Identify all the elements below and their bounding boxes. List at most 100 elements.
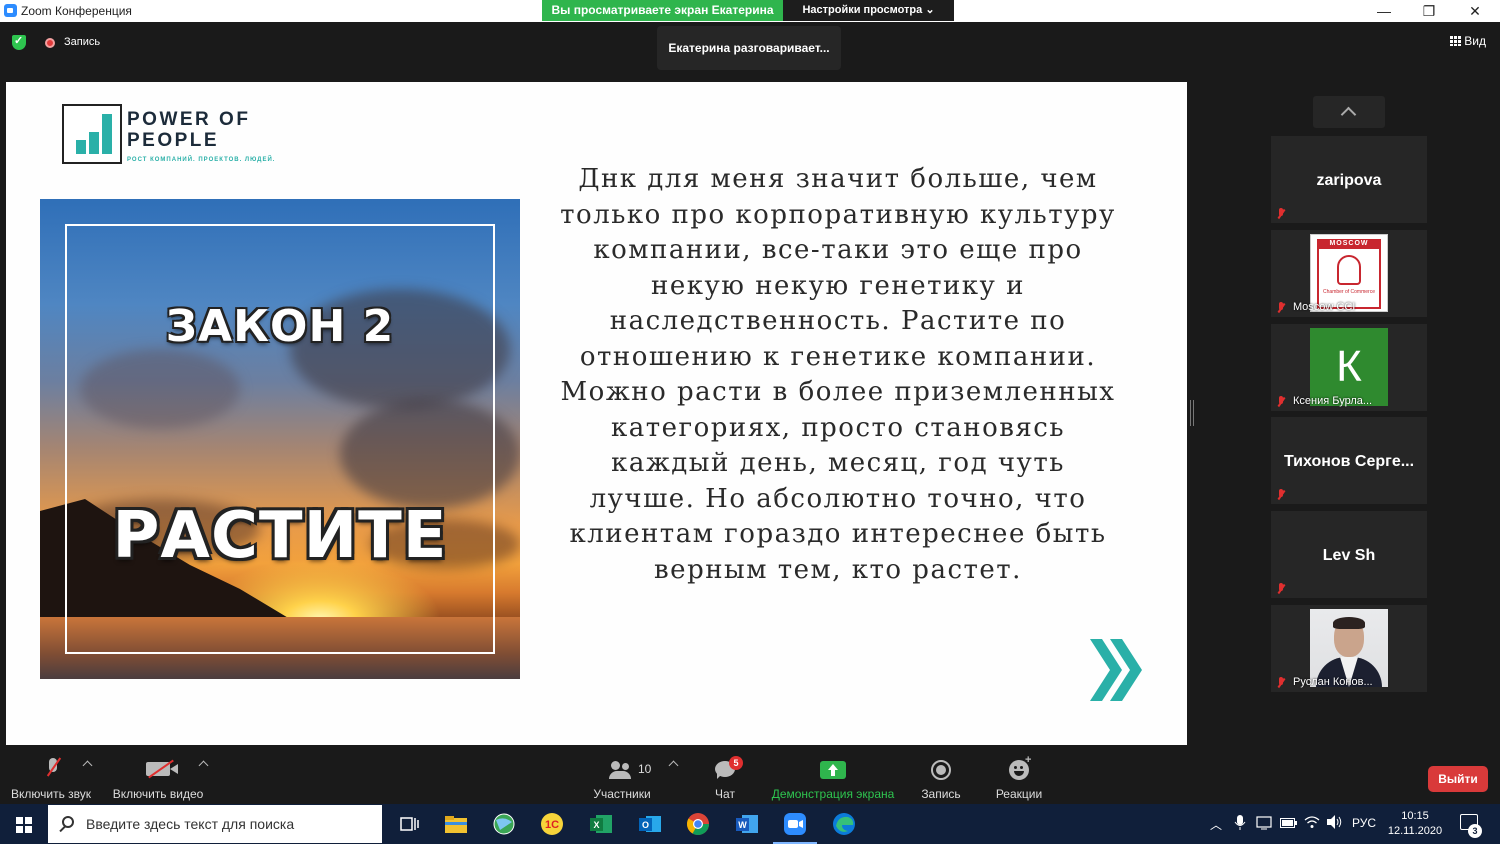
logo-chart-icon (62, 104, 122, 164)
record-label: Запись (921, 787, 961, 801)
view-button[interactable]: Вид (1450, 34, 1486, 48)
clock-date: 12.11.2020 (1387, 825, 1443, 837)
1c-app-icon[interactable]: 1C (538, 810, 566, 838)
window-title: Zoom Конференция (21, 4, 132, 18)
photo-frame (65, 224, 495, 654)
search-placeholder: Введите здесь текст для поиска (86, 816, 295, 832)
clock-time: 10:15 (1401, 810, 1429, 822)
minimize-button[interactable]: — (1361, 0, 1407, 22)
video-off-icon (146, 762, 178, 776)
windows-start-icon[interactable] (16, 817, 32, 833)
participant-tile[interactable]: zaripova (1271, 136, 1427, 223)
muted-mic-icon (1275, 396, 1287, 408)
participants-icon (609, 761, 635, 779)
participants-options-caret-icon[interactable] (668, 760, 679, 771)
taskbar-search-input[interactable]: Введите здесь текст для поиска (48, 805, 382, 843)
tray-battery-icon[interactable] (1280, 817, 1298, 832)
law-word-heading: РАСТИТЕ (112, 499, 448, 573)
meeting-topbar: Запись Екатерина разговаривает... Вид (0, 22, 1500, 80)
restore-button[interactable]: ❐ (1406, 0, 1452, 22)
file-explorer-icon[interactable] (442, 810, 470, 838)
plus-icon: + (1025, 754, 1032, 766)
participants-label: Участники (593, 787, 651, 801)
edge-icon[interactable] (830, 810, 858, 838)
tray-chevron-up-icon[interactable]: ︿ (1210, 816, 1222, 833)
tray-mic-icon[interactable] (1234, 815, 1246, 834)
recording-indicator-icon (45, 38, 55, 48)
sunset-photo: ЗАКОН 2 РАСТИТЕ (40, 199, 520, 679)
muted-mic-icon (1275, 677, 1287, 689)
word-icon[interactable]: W (733, 810, 761, 838)
participant-label: Руслан Конов... (1293, 676, 1373, 688)
participant-name: Lev Sh (1322, 547, 1376, 564)
tray-display-icon[interactable] (1256, 815, 1272, 834)
muted-mic-icon (1275, 208, 1287, 220)
participant-tile[interactable]: Тихонов Серге... (1271, 417, 1427, 504)
share-screen-button[interactable]: Демонстрация экрана (768, 748, 898, 804)
law-number-heading: ЗАКОН 2 (165, 301, 395, 352)
excel-icon[interactable]: X (587, 810, 615, 838)
unmute-button[interactable]: Включить звук (8, 748, 94, 804)
participants-button[interactable]: 10 Участники (588, 748, 656, 804)
svg-text:X: X (593, 820, 599, 830)
svg-text:W: W (738, 820, 747, 830)
tray-volume-icon[interactable] (1326, 814, 1344, 833)
screen-share-banner: Вы просматриваете экран Екатерина (542, 0, 783, 21)
zoom-taskbar-icon[interactable] (773, 810, 817, 844)
participant-tile[interactable]: Руслан Конов... (1271, 605, 1427, 692)
start-video-button[interactable]: Включить видео (110, 748, 206, 804)
leave-meeting-button[interactable]: Выйти (1428, 766, 1488, 792)
chat-label: Чат (715, 787, 735, 801)
participant-name: Тихонов Серге... (1283, 453, 1415, 470)
view-settings-button[interactable]: Настройки просмотра ⌄ (783, 0, 954, 21)
logo-title: POWER OF PEOPLE (127, 109, 251, 151)
view-label: Вид (1464, 34, 1486, 48)
participant-label: Ксения Бурла... (1293, 395, 1373, 407)
gallery-scroll-up-button[interactable] (1313, 96, 1385, 128)
svg-text:O: O (642, 820, 649, 830)
participant-tile[interactable]: MOSCOW Chamber of Commerce Moscow CCI (1271, 230, 1427, 317)
emblem-icon (1337, 255, 1361, 285)
grid-icon (1450, 36, 1462, 46)
chrome-icon[interactable] (684, 810, 712, 838)
participant-label: Moscow CCI (1293, 301, 1356, 313)
logo-subtitle: РОСТ КОМПАНИЙ. ПРОЕКТОВ. ЛЮДЕЙ. (127, 157, 276, 163)
encryption-shield-icon[interactable] (12, 34, 26, 50)
svg-text:1C: 1C (545, 819, 559, 831)
participant-tile[interactable]: Lev Sh (1271, 511, 1427, 598)
reactions-label: Реакции (995, 787, 1043, 801)
share-screen-icon (820, 761, 846, 779)
share-screen-label: Демонстрация экрана (771, 787, 895, 801)
reactions-button[interactable]: + Реакции (992, 748, 1046, 804)
windows-taskbar: Введите здесь текст для поиска 1C X O W … (0, 804, 1500, 844)
tray-wifi-icon[interactable] (1304, 814, 1320, 833)
slide-body-text: Днк для меня значит больше, чем только п… (560, 164, 1116, 585)
keyboard-language[interactable]: РУС (1352, 816, 1376, 830)
meeting-controls-toolbar: Включить звук Включить видео 10 Участник… (0, 748, 1500, 804)
search-icon (62, 816, 74, 828)
zoom-app-icon (4, 4, 17, 17)
window-titlebar: Zoom Конференция Вы просматриваете экран… (0, 0, 1500, 22)
shared-screen-slide: POWER OF PEOPLE РОСТ КОМПАНИЙ. ПРОЕКТОВ.… (6, 82, 1187, 745)
muted-mic-icon (1275, 583, 1287, 595)
recording-label: Запись (64, 36, 101, 48)
outlook-icon[interactable]: O (636, 810, 664, 838)
record-button[interactable]: Запись (912, 748, 970, 804)
task-view-icon[interactable] (395, 810, 423, 838)
taskbar-clock[interactable]: 10:15 12.11.2020 (1385, 809, 1445, 839)
chat-button[interactable]: 5 Чат (704, 748, 746, 804)
start-video-label: Включить видео (112, 787, 204, 801)
globe-browser-icon[interactable] (490, 810, 518, 838)
next-chevron-icon (1090, 639, 1142, 701)
record-icon (931, 760, 951, 780)
active-speaker-indicator: Екатерина разговаривает... (657, 26, 841, 70)
muted-mic-icon (46, 758, 58, 778)
close-button[interactable]: ✕ (1452, 0, 1498, 22)
muted-mic-icon (1275, 302, 1287, 314)
participants-count: 10 (638, 762, 652, 776)
panel-resize-handle[interactable] (1190, 400, 1194, 426)
chat-unread-badge: 5 (729, 756, 743, 770)
muted-mic-icon (1275, 489, 1287, 501)
participant-tile[interactable]: К Ксения Бурла... (1271, 324, 1427, 411)
notification-count-badge: 3 (1468, 824, 1482, 838)
